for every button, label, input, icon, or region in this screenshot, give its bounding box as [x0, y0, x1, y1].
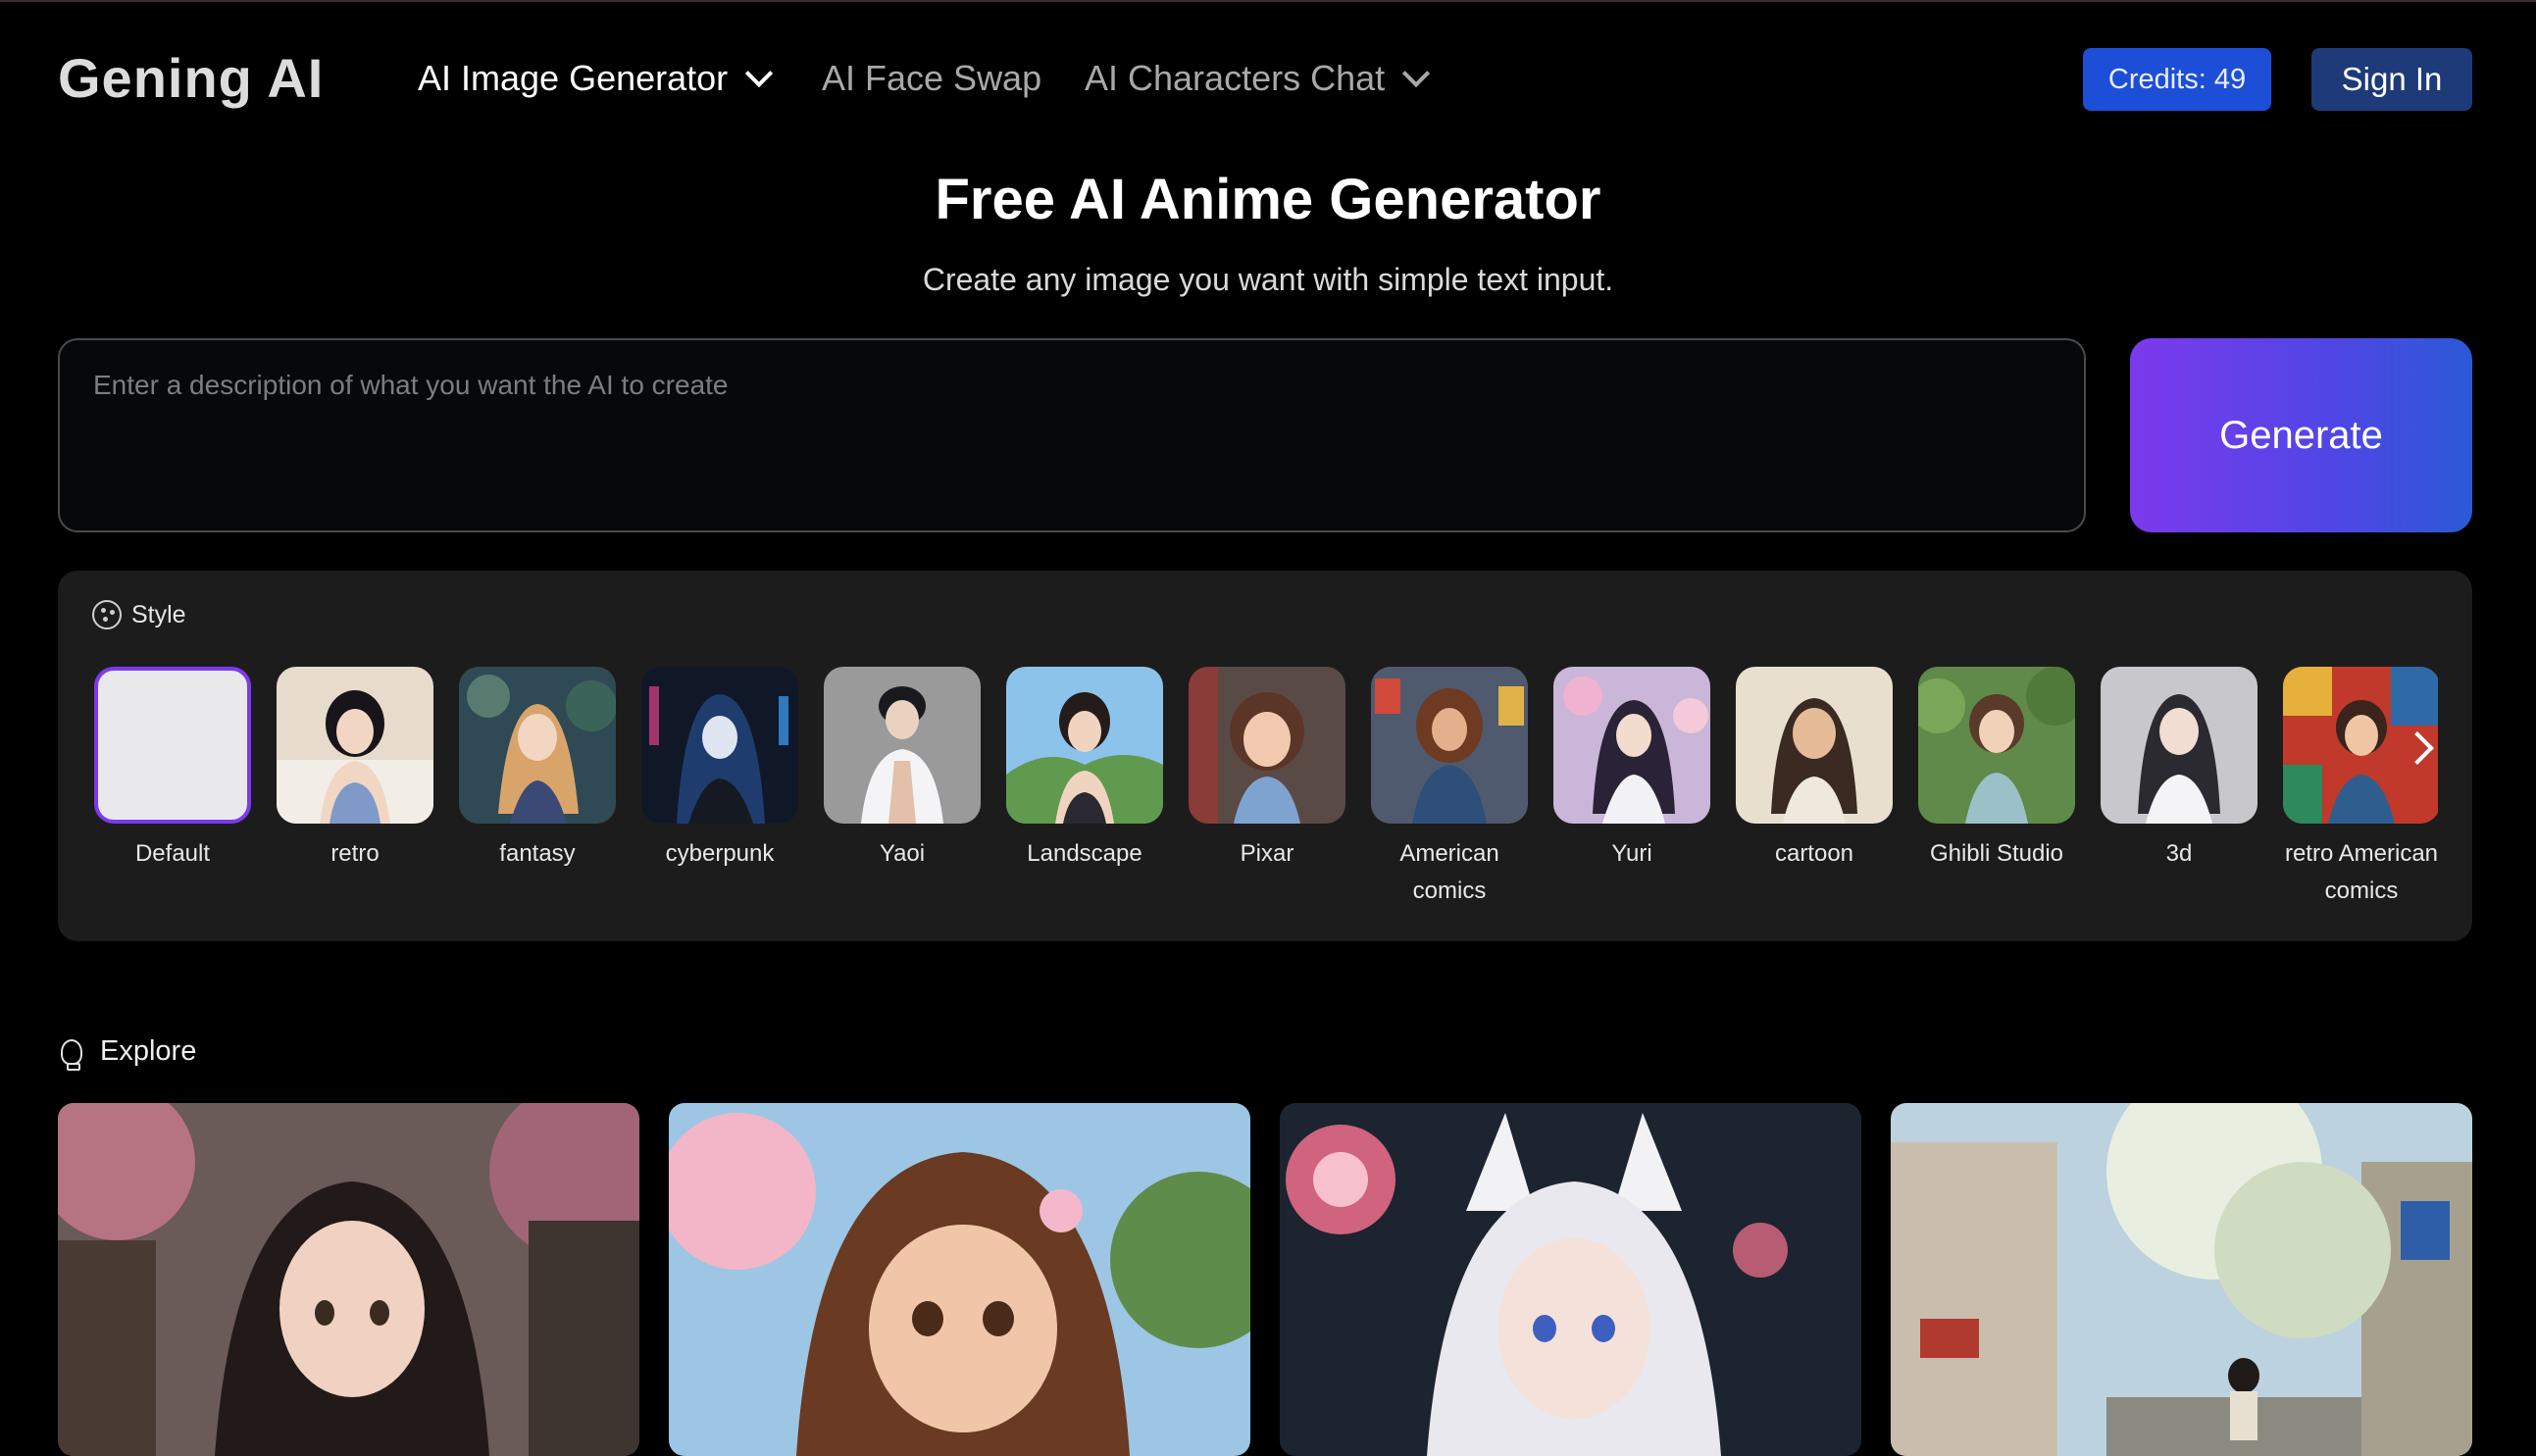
credits-button[interactable]: Credits: 49	[2083, 48, 2271, 111]
style-thumbnail[interactable]	[459, 667, 616, 824]
sign-in-button[interactable]: Sign In	[2311, 48, 2472, 111]
generate-button[interactable]: Generate	[2130, 338, 2472, 532]
style-thumbnail[interactable]	[2101, 667, 2257, 824]
explore-card[interactable]	[58, 1103, 639, 1456]
nav-label: AI Characters Chat	[1085, 58, 1386, 98]
explore-card[interactable]	[669, 1103, 1250, 1456]
palette-icon	[92, 600, 122, 629]
style-label: Landscape	[1027, 840, 1142, 867]
nav-ai-face-swap[interactable]: AI Face Swap	[822, 51, 1041, 106]
style-label: retro	[330, 840, 380, 867]
chevron-down-icon	[1401, 59, 1431, 88]
explore-card[interactable]	[1891, 1103, 2472, 1456]
prompt-input[interactable]	[58, 338, 2086, 532]
lightbulb-icon	[61, 1038, 82, 1071]
style-thumbnail[interactable]	[824, 667, 981, 824]
style-thumbnail[interactable]	[1918, 667, 2075, 824]
top-border	[0, 0, 2536, 2]
style-option-retro[interactable]: retro	[277, 667, 433, 873]
style-option-pixar[interactable]: Pixar	[1189, 667, 1345, 873]
style-label: American comics	[1399, 840, 1499, 904]
chevron-down-icon	[745, 59, 774, 88]
nav-label: AI Face Swap	[822, 58, 1042, 98]
style-label: Pixar	[1240, 840, 1294, 867]
style-option-yuri[interactable]: Yuri	[1553, 667, 1710, 873]
style-label: fantasy	[499, 840, 576, 867]
style-thumbnail[interactable]	[1736, 667, 1893, 824]
explore-image	[669, 1103, 1250, 1456]
explore-image	[58, 1103, 639, 1456]
style-option-cyberpunk[interactable]: cyberpunk	[641, 667, 798, 873]
style-carousel: Default retro fantasy cyberpunk Yaoi Lan…	[94, 667, 2438, 941]
style-label: cartoon	[1774, 840, 1854, 867]
style-option-cartoon[interactable]: cartoon	[1736, 667, 1893, 873]
page-title: Free AI Anime Generator	[935, 168, 1601, 231]
style-thumbnail[interactable]	[277, 667, 433, 824]
style-thumbnail[interactable]	[94, 667, 251, 824]
explore-image	[1280, 1103, 1861, 1456]
style-label: Ghibli Studio	[1929, 840, 2064, 867]
style-option-yaoi[interactable]: Yaoi	[824, 667, 981, 873]
style-label: Yaoi	[879, 840, 926, 867]
style-option-landscape[interactable]: Landscape	[1006, 667, 1163, 873]
style-thumbnail[interactable]	[1553, 667, 1710, 824]
style-option-default[interactable]: Default	[94, 667, 251, 873]
style-label: retro American comics	[2284, 840, 2438, 904]
explore-image	[1891, 1103, 2472, 1456]
style-option-american-comics[interactable]: American comics	[1371, 667, 1528, 910]
explore-heading-label: Explore	[100, 1035, 197, 1067]
logo[interactable]: Gening AI	[58, 43, 324, 114]
style-heading: Style	[92, 600, 186, 629]
style-label: Yuri	[1611, 840, 1652, 867]
style-heading-label: Style	[131, 600, 186, 628]
style-option-fantasy[interactable]: fantasy	[459, 667, 616, 873]
style-label: 3d	[2165, 840, 2193, 867]
style-thumbnail[interactable]	[1006, 667, 1163, 824]
style-label: cyberpunk	[665, 840, 775, 867]
nav-label: AI Image Generator	[418, 58, 729, 98]
nav-ai-characters-chat[interactable]: AI Characters Chat	[1085, 51, 1431, 106]
chevron-right-icon[interactable]	[2400, 726, 2445, 771]
style-option-ghibli-studio[interactable]: Ghibli Studio	[1918, 667, 2075, 873]
style-thumbnail[interactable]	[1189, 667, 1345, 824]
page-subtitle: Create any image you want with simple te…	[922, 262, 1614, 297]
style-thumbnail[interactable]	[1371, 667, 1528, 824]
style-option-retro-american-comics[interactable]: retro American comics	[2283, 667, 2438, 910]
style-label: Default	[134, 840, 211, 867]
style-panel: Style Default retro fantasy cyberpunk Ya…	[58, 571, 2472, 941]
explore-heading: Explore	[61, 1035, 197, 1071]
nav-ai-image-generator[interactable]: AI Image Generator	[418, 51, 774, 106]
style-thumbnail[interactable]	[641, 667, 798, 824]
explore-card[interactable]	[1280, 1103, 1861, 1456]
style-option-3d[interactable]: 3d	[2101, 667, 2257, 873]
